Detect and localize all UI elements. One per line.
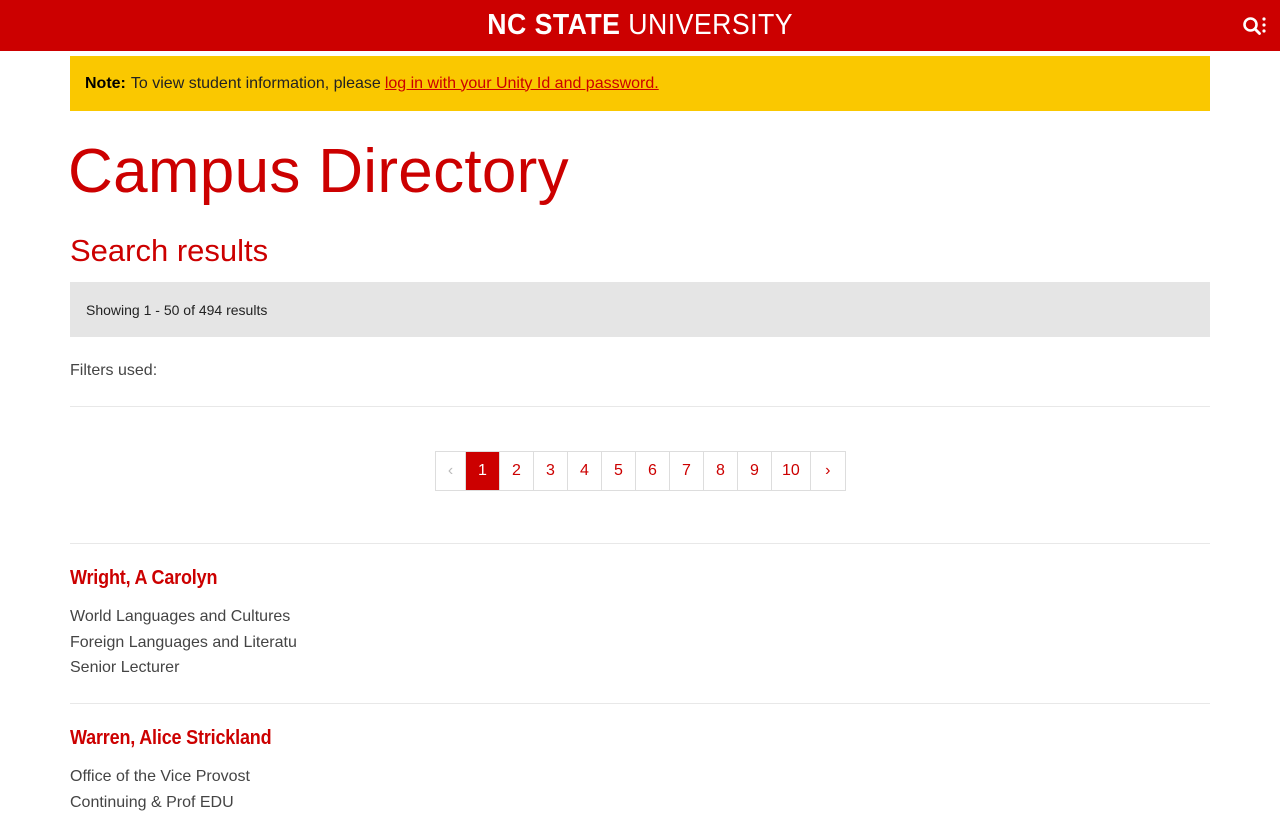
pagination-page-1[interactable]: 1 [466,452,500,490]
person-unit: Foreign Languages and Literatu [70,630,297,656]
pagination-page-3[interactable]: 3 [534,452,568,490]
list-item: Wright, A Carolyn World Languages and Cu… [70,567,297,681]
list-item: Warren, Alice Strickland Office of the V… [70,727,294,815]
page-title: Campus Directory [68,138,569,206]
divider [70,406,1210,407]
divider [70,543,1210,544]
filters-used: Filters used: [70,362,157,380]
pagination-page-6[interactable]: 6 [636,452,670,490]
person-name-link[interactable]: Warren, Alice Strickland [70,727,271,750]
person-title: Senior Lecturer [70,655,297,681]
brand-thin: UNIVERSITY [620,9,793,41]
login-notice: Note: To view student information, pleas… [70,56,1210,111]
pagination-page-5[interactable]: 5 [602,452,636,490]
pagination-page-10[interactable]: 10 [772,452,811,490]
person-unit: Continuing & Prof EDU [70,790,294,815]
search-icon [1240,12,1268,40]
notice-label: Note: [85,75,126,93]
divider [70,703,1210,704]
brand-bold: NC STATE [487,9,620,41]
results-summary: Showing 1 - 50 of 494 results [70,282,1210,337]
person-department: World Languages and Cultures [70,604,297,630]
top-bar: NC STATE UNIVERSITY [0,0,1280,51]
results-count: Showing 1 - 50 of 494 results [86,302,267,318]
pagination-page-9[interactable]: 9 [738,452,772,490]
pagination-next-button[interactable]: › [811,452,845,490]
section-title: Search results [70,234,268,268]
pagination-prev-button[interactable]: ‹ [436,452,466,490]
pagination-page-7[interactable]: 7 [670,452,704,490]
pagination-page-2[interactable]: 2 [500,452,534,490]
pagination: ‹ 1 2 3 4 5 6 7 8 9 10 › [435,451,846,491]
person-name-link[interactable]: Wright, A Carolyn [70,567,274,590]
pagination-page-8[interactable]: 8 [704,452,738,490]
login-link[interactable]: log in with your Unity Id and password. [385,75,659,93]
notice-text: To view student information, please [131,75,381,93]
pagination-page-4[interactable]: 4 [568,452,602,490]
search-toggle-button[interactable] [1240,12,1268,40]
university-logo[interactable]: NC STATE UNIVERSITY [487,11,793,40]
person-department: Office of the Vice Provost [70,764,294,790]
